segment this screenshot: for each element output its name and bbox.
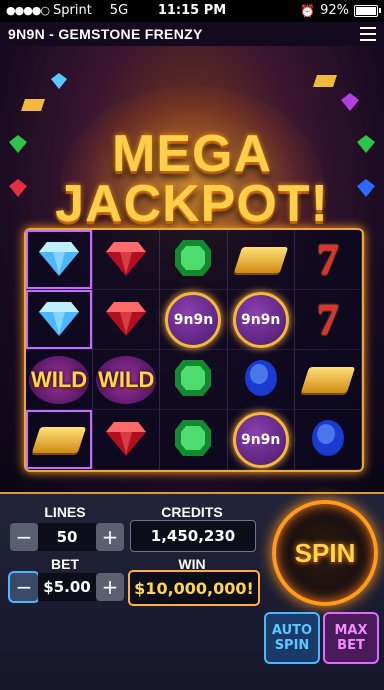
battery-icon <box>354 4 381 17</box>
alarm-icon: ⏰ <box>300 3 316 18</box>
reel-cell <box>294 350 362 410</box>
reel-cell: 7 <box>294 290 362 350</box>
seven-symbol: 7 <box>316 235 339 284</box>
seven-symbol: 7 <box>316 295 339 344</box>
coin-symbol: 9n9n <box>232 291 289 348</box>
emerald-symbol-icon <box>171 358 215 402</box>
battery-level <box>356 6 377 15</box>
slot-reels: 7 9n9n 9n9n 7 WILD WILD 9n9n <box>24 228 364 472</box>
gold-stack-symbol-icon <box>233 246 288 273</box>
app-title: 9N9N - GEMSTONE FRENZY <box>8 26 203 42</box>
reel-cell: 9n9n <box>160 290 228 350</box>
status-right: ⏰ 92% <box>300 3 381 18</box>
reel-cell: 7 <box>294 230 362 290</box>
jackpot-text: JACKPOT! <box>55 175 329 233</box>
coin-symbol: 9n9n <box>232 411 289 468</box>
lines-decrease-button[interactable]: − <box>10 523 38 551</box>
battery-percent: 92% <box>320 3 349 18</box>
reel-cell <box>26 290 94 350</box>
reel-cell <box>26 230 94 290</box>
app-title-bar: 9N9N - GEMSTONE FRENZY <box>0 22 384 46</box>
bet-value: $5.00 <box>38 573 96 601</box>
sapphire-symbol-icon <box>239 358 283 402</box>
floating-gem-icon <box>341 93 359 111</box>
spin-label: SPIN <box>294 537 356 568</box>
status-bar: ●●●●○ Sprint 5G 11:15 PM ⏰ 92% <box>0 0 384 22</box>
floating-gem-icon <box>51 73 67 89</box>
lines-stepper: − 50 + <box>10 522 124 552</box>
floating-gold-icon <box>21 99 45 111</box>
ruby-symbol-icon <box>104 418 148 462</box>
lines-label: LINES <box>44 504 86 520</box>
hamburger-menu-icon[interactable] <box>360 27 376 41</box>
bet-increase-button[interactable]: + <box>96 573 124 601</box>
credits-label: CREDITS <box>161 504 223 520</box>
max-bet-line1: MAX <box>334 623 368 638</box>
reel-cell: WILD <box>26 350 94 410</box>
auto-spin-line1: AUTO <box>271 623 313 638</box>
sapphire-symbol-icon <box>306 418 350 462</box>
max-bet-button[interactable]: MAX BET <box>323 612 379 664</box>
floating-gold-icon <box>313 75 337 87</box>
auto-spin-button[interactable]: AUTO SPIN <box>264 612 320 664</box>
lines-increase-button[interactable]: + <box>96 523 124 551</box>
ruby-symbol-icon <box>104 238 148 282</box>
diamond-symbol-icon <box>37 298 81 342</box>
max-bet-line2: BET <box>337 638 365 653</box>
auto-spin-line2: SPIN <box>274 638 310 653</box>
reel-cell <box>93 290 161 350</box>
reel-cell <box>227 350 295 410</box>
diamond-symbol-icon <box>37 238 81 282</box>
reel-cell <box>26 410 94 470</box>
reel-cell <box>160 230 228 290</box>
lines-value: 50 <box>38 523 96 551</box>
reel-cell: 9n9n <box>227 290 295 350</box>
reel-cell <box>93 230 161 290</box>
win-value: $10,000,000! <box>128 570 260 606</box>
bet-decrease-button[interactable]: − <box>10 573 38 601</box>
coin-symbol: 9n9n <box>165 291 222 348</box>
gold-bar-symbol-icon <box>300 366 356 393</box>
spin-button[interactable]: SPIN <box>272 500 378 606</box>
gold-bar-symbol-icon <box>31 426 87 453</box>
ruby-symbol-icon <box>104 298 148 342</box>
reel-cell: 9n9n <box>227 410 295 470</box>
bet-label: BET <box>51 556 79 572</box>
wild-symbol: WILD <box>96 355 157 404</box>
reel-cell <box>227 230 295 290</box>
emerald-symbol-icon <box>171 418 215 462</box>
emerald-symbol-icon <box>171 238 215 282</box>
bet-stepper: − $5.00 + <box>10 572 124 602</box>
wild-symbol: WILD <box>29 355 90 404</box>
reel-cell <box>294 410 362 470</box>
reel-cell <box>160 350 228 410</box>
reel-cell <box>160 410 228 470</box>
reel-cell: WILD <box>93 350 161 410</box>
credits-value: 1,450,230 <box>130 520 256 552</box>
reel-cell <box>93 410 161 470</box>
